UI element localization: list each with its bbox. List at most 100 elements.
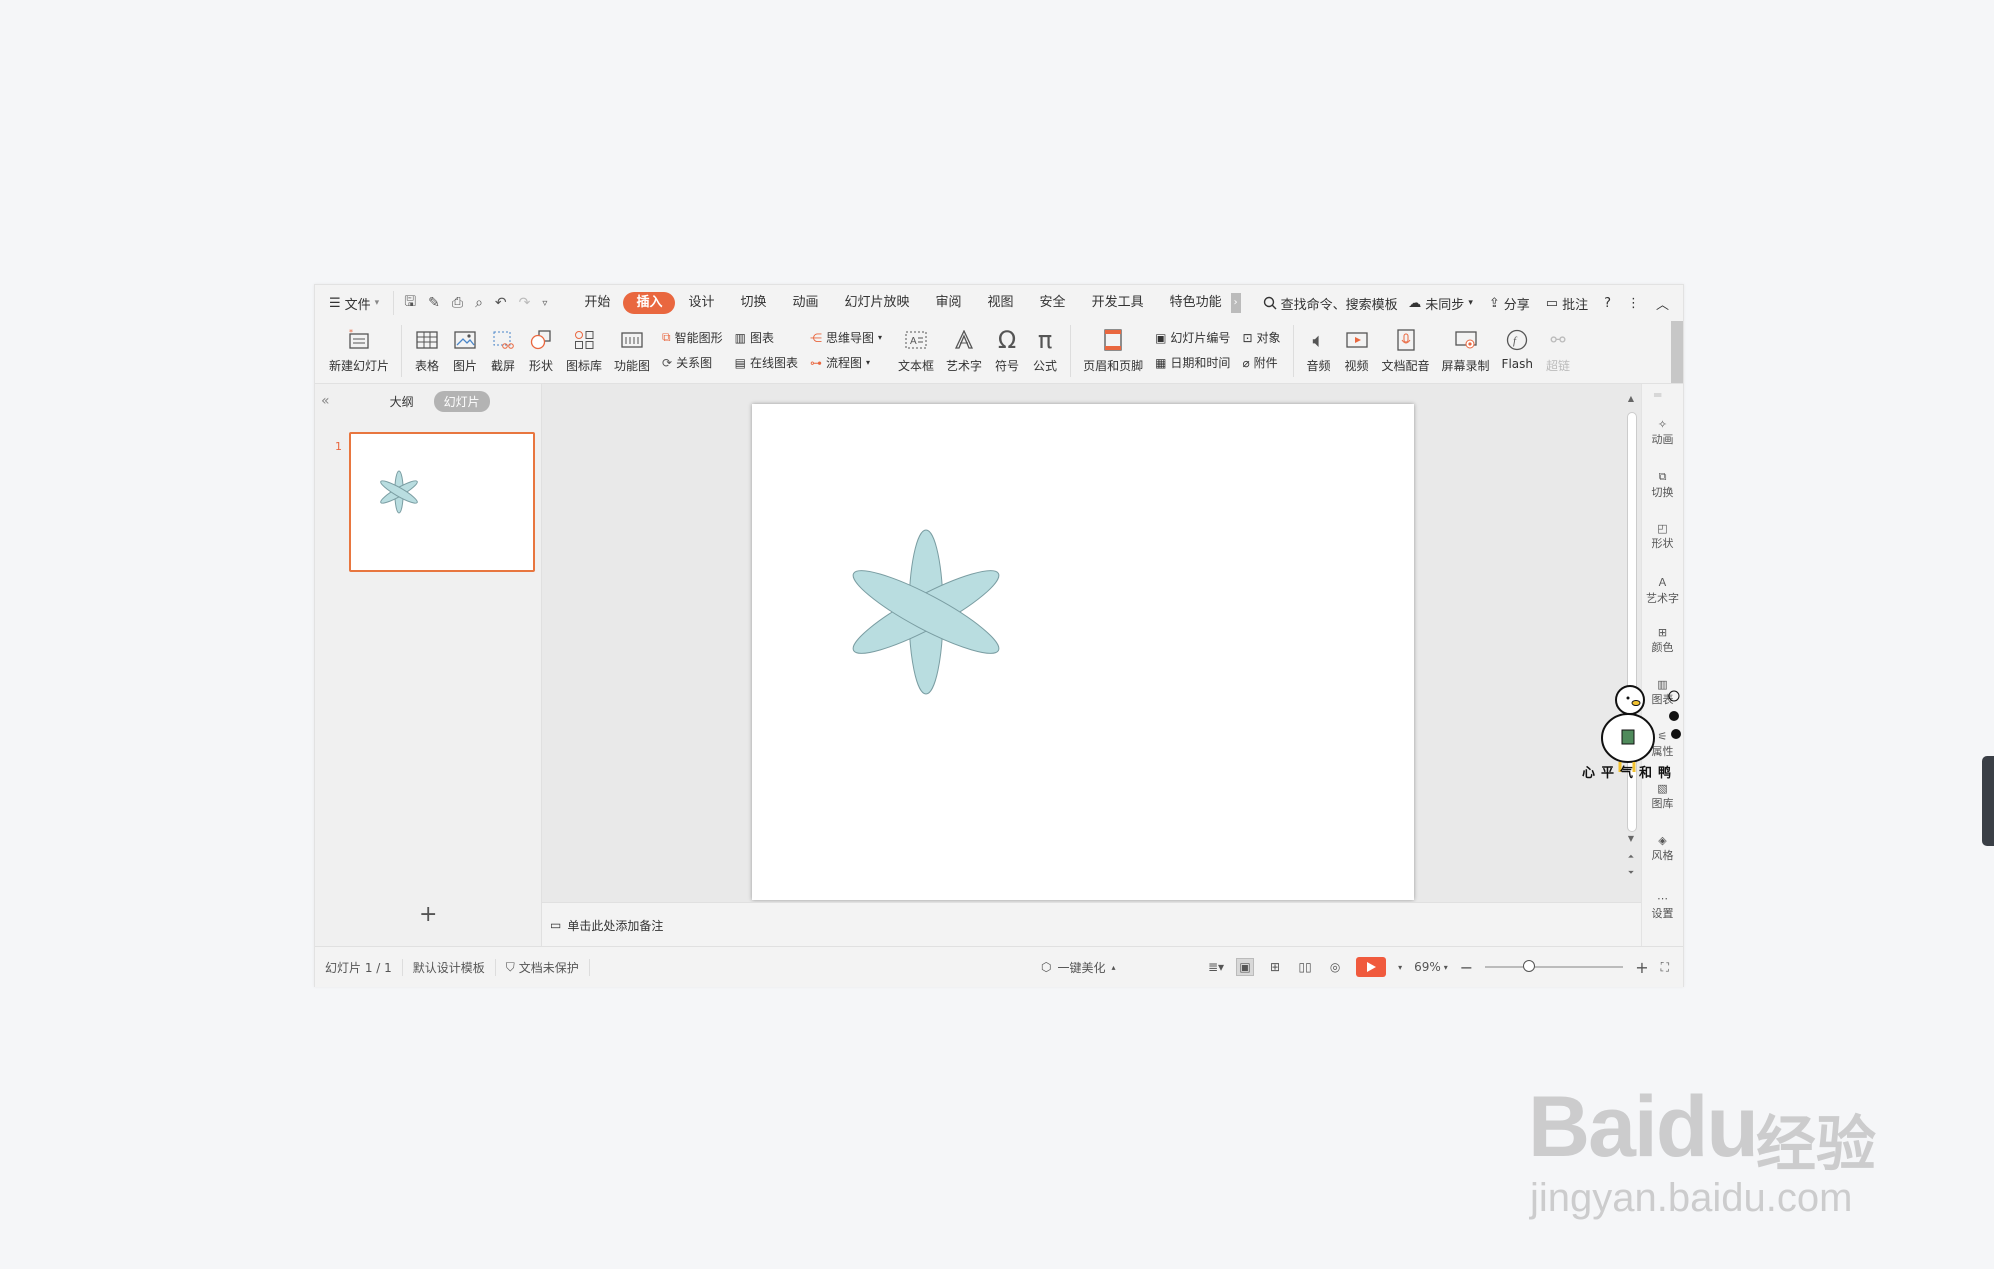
tab-animations[interactable]: 动画 xyxy=(779,292,831,314)
formula-button[interactable]: π 公式 xyxy=(1026,321,1064,374)
notes-area[interactable]: ▭ 单击此处添加备注 xyxy=(542,902,1649,947)
datetime-button[interactable]: ▦ 日期和时间 xyxy=(1155,354,1230,371)
presenter-view-icon[interactable]: ◎ xyxy=(1326,958,1344,976)
format-painter-icon[interactable]: ✎ xyxy=(428,295,440,311)
shape-button[interactable]: 形状 xyxy=(522,321,560,374)
comment-button[interactable]: ▭ 批注 xyxy=(1546,294,1588,313)
share-button[interactable]: ⇪ 分享 xyxy=(1489,294,1530,313)
doc-voice-button[interactable]: 文档配音 xyxy=(1376,321,1436,374)
object-button[interactable]: ⊡ 对象 xyxy=(1242,329,1280,346)
tab-insert[interactable]: 插入 xyxy=(623,292,676,314)
tab-security[interactable]: 安全 xyxy=(1027,292,1079,314)
chevron-down-icon[interactable]: ▾ xyxy=(1398,963,1402,972)
tab-outline[interactable]: 大纲 xyxy=(380,391,424,412)
tab-view[interactable]: 视图 xyxy=(975,292,1027,314)
zoom-in-icon[interactable]: + xyxy=(1635,958,1648,977)
status-right-group: ≣▾ ▣ ⊞ ▯▯ ◎ ▾ 69% ▾ − + ⛶ xyxy=(1208,947,1669,987)
function-chart-button[interactable]: 功能图 xyxy=(608,321,656,374)
scroll-up-icon[interactable]: ▲ xyxy=(1625,394,1637,403)
comment-icon: ▭ xyxy=(1545,295,1559,311)
relation-button[interactable]: ⟳ 关系图 xyxy=(662,354,723,371)
video-button[interactable]: 视频 xyxy=(1338,321,1376,374)
hyperlink-button[interactable]: ⚯ 超链 xyxy=(1539,321,1577,374)
collapse-panel-icon[interactable]: « xyxy=(321,393,330,409)
online-chart-button[interactable]: ▤ 在线图表 xyxy=(735,354,798,371)
screen-record-button[interactable]: 屏幕录制 xyxy=(1436,321,1496,374)
pane-color[interactable]: ⊞ 颜色 xyxy=(1642,626,1683,655)
normal-view-icon[interactable]: ▣ xyxy=(1236,958,1255,976)
prev-slide-icon[interactable]: ⏶ xyxy=(1625,852,1637,862)
fit-window-icon[interactable]: ⛶ xyxy=(1661,960,1669,975)
symbol-button[interactable]: Ω 符号 xyxy=(988,321,1026,374)
protection-status[interactable]: ⛉ 文档未保护 xyxy=(496,958,590,976)
tab-features[interactable]: 特色功能 xyxy=(1157,292,1235,314)
zoom-out-icon[interactable]: − xyxy=(1460,958,1473,977)
pane-gallery[interactable]: ▧ 图库 xyxy=(1642,782,1683,811)
notes-toggle-icon[interactable]: ≣▾ xyxy=(1208,960,1224,974)
tab-slideshow[interactable]: 幻灯片放映 xyxy=(832,292,923,314)
sorter-view-icon[interactable]: ⊞ xyxy=(1266,958,1284,976)
attachment-button[interactable]: ⌀ 附件 xyxy=(1242,354,1280,371)
screenshot-button[interactable]: 截屏 xyxy=(484,321,522,374)
help-button[interactable]: ? xyxy=(1604,296,1611,311)
print-icon[interactable]: ⎙ xyxy=(452,295,463,311)
save-icon[interactable]: 🖫 xyxy=(404,291,416,315)
wordart-button[interactable]: 艺术字 xyxy=(940,321,988,374)
tab-home[interactable]: 开始 xyxy=(571,292,623,314)
pane-style[interactable]: ◈ 风格 xyxy=(1642,834,1683,863)
pane-settings[interactable]: ⋯ 设置 xyxy=(1642,892,1683,921)
video-label: 视频 xyxy=(1344,359,1369,373)
zoom-slider[interactable] xyxy=(1485,960,1624,972)
tabs-more-chevron-icon[interactable]: › xyxy=(1230,293,1241,313)
undo-icon[interactable]: ↶ xyxy=(495,295,507,311)
command-search[interactable]: 查找命令、搜索模板 xyxy=(1263,294,1398,313)
zoom-slider-knob[interactable] xyxy=(1523,960,1536,972)
table-button[interactable]: 表格 xyxy=(408,321,446,374)
vertical-scrollbar[interactable]: ▲ ▼ ⏶ ⏷ xyxy=(1625,394,1637,884)
smart-graphic-button[interactable]: ⧉ 智能图形 xyxy=(662,329,723,346)
icon-library-button[interactable]: 图标库 xyxy=(560,321,608,374)
picture-button[interactable]: 图片 xyxy=(446,321,484,374)
pane-transition[interactable]: ⧉ 切换 xyxy=(1642,470,1683,500)
textbox-button[interactable]: A 文本框 xyxy=(892,321,940,374)
sync-button[interactable]: ☁ 未同步 ▾ xyxy=(1408,294,1473,313)
tab-design[interactable]: 设计 xyxy=(675,292,727,314)
slide-canvas[interactable] xyxy=(752,404,1414,900)
tab-transitions[interactable]: 切换 xyxy=(727,292,779,314)
collapse-ribbon-icon[interactable]: ︿ xyxy=(1656,294,1669,313)
pane-wordart[interactable]: Ａ 艺术字 xyxy=(1642,574,1683,606)
tab-review[interactable]: 审阅 xyxy=(923,292,975,314)
reading-view-icon[interactable]: ▯▯ xyxy=(1296,958,1314,976)
play-slideshow-button[interactable] xyxy=(1356,957,1387,977)
play-icon xyxy=(1367,962,1377,972)
scroll-down-icon[interactable]: ▼ xyxy=(1625,834,1637,843)
tab-slides[interactable]: 幻灯片 xyxy=(433,390,490,412)
pane-shape[interactable]: ◰ 形状 xyxy=(1642,522,1683,551)
ribbon-scrollbar[interactable] xyxy=(1671,321,1683,383)
file-menu[interactable]: ☰ 文件 ▾ xyxy=(329,294,379,313)
mindmap-button[interactable]: ⋲ 思维导图 ▾ xyxy=(810,329,882,346)
new-slide-button[interactable]: * 新建幻灯片 xyxy=(323,321,395,374)
redo-icon[interactable]: ↷ xyxy=(519,295,531,311)
template-name[interactable]: 默认设计模板 xyxy=(403,958,496,976)
smart-graphic-label: 智能图形 xyxy=(674,331,723,345)
zoom-level[interactable]: 69% ▾ xyxy=(1414,960,1448,974)
next-slide-icon[interactable]: ⏷ xyxy=(1625,868,1637,878)
print-preview-icon[interactable]: ⌕ xyxy=(475,295,483,311)
customize-icon[interactable]: ▿ xyxy=(542,298,547,309)
slide-thumbnail[interactable] xyxy=(349,432,535,572)
slide-number-button[interactable]: ▣ 幻灯片编号 xyxy=(1155,329,1230,346)
ribbon-group-diagrams: ⋲ 思维导图 ▾ ⊶ 流程图 ▾ xyxy=(804,321,888,371)
add-slide-button[interactable]: + xyxy=(419,902,437,927)
flash-button[interactable]: f Flash xyxy=(1496,321,1539,371)
beautify-button[interactable]: ⬡ 一键美化 ▴ xyxy=(1041,959,1116,976)
edge-floating-widget[interactable] xyxy=(1982,756,1994,846)
flower-shape[interactable] xyxy=(752,404,1414,900)
audio-button[interactable]: 🔈︎ 音频 xyxy=(1300,321,1338,374)
chart-button[interactable]: ▥ 图表 xyxy=(735,329,798,346)
pane-animation[interactable]: ✧ 动画 xyxy=(1642,418,1683,447)
more-icon[interactable]: ⋮ xyxy=(1627,296,1640,311)
flowchart-button[interactable]: ⊶ 流程图 ▾ xyxy=(810,354,882,371)
header-footer-button[interactable]: 页眉和页脚 xyxy=(1077,321,1149,374)
tab-developer[interactable]: 开发工具 xyxy=(1079,292,1157,314)
